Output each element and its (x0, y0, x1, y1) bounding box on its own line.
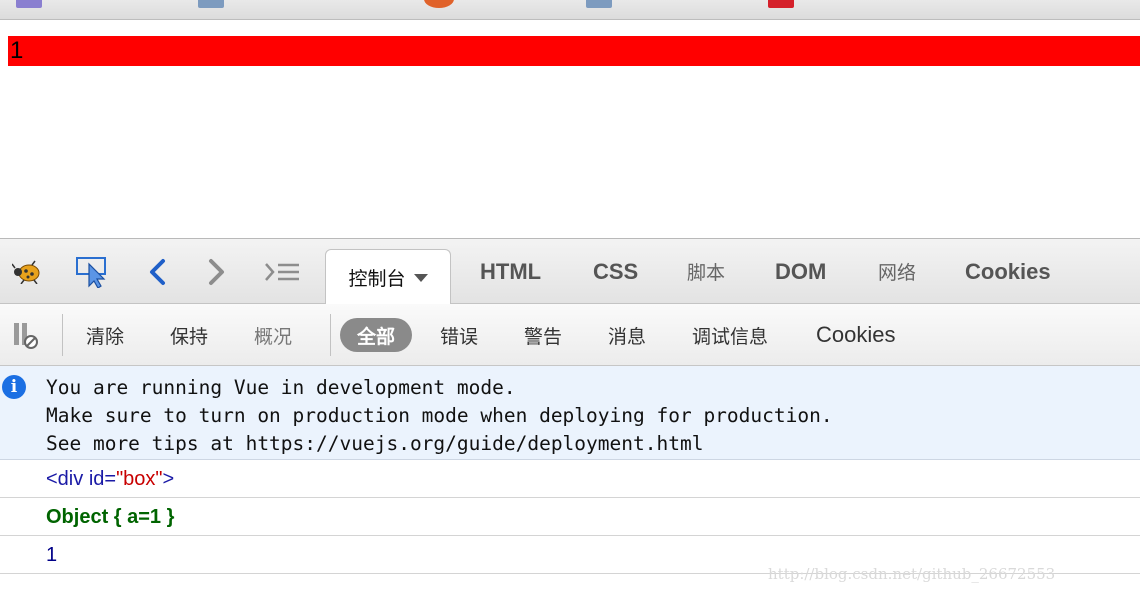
element-tag-close: > (162, 468, 175, 490)
console-log-element: <div id="box"> (0, 460, 1140, 498)
tab-net[interactable]: 网络 (878, 239, 916, 304)
command-line-icon[interactable] (262, 257, 302, 287)
info-line: See more tips at https://vuejs.org/guide… (46, 432, 704, 455)
log-object-text[interactable]: Object { a=1 } (46, 498, 174, 536)
info-icon: i (2, 375, 26, 399)
info-line: You are running Vue in development mode. (46, 376, 516, 399)
box-element: 1 (8, 36, 1140, 66)
filter-errors-button[interactable]: 错误 (440, 304, 478, 366)
divider (330, 314, 331, 356)
bookmark-icon (768, 0, 794, 8)
bookmark-item[interactable] (586, 0, 622, 8)
persist-button[interactable]: 保持 (170, 304, 208, 366)
chevron-down-icon[interactable] (413, 273, 428, 282)
bookmark-icon (16, 0, 42, 8)
watermark: http://blog.csdn.net/github_26672553 (768, 565, 1056, 583)
filter-info-button[interactable]: 消息 (608, 304, 646, 366)
bookmark-item[interactable] (198, 0, 234, 8)
firebug-bug-icon[interactable] (10, 257, 44, 287)
tab-console[interactable]: 控制台 (325, 249, 451, 305)
tab-dom[interactable]: DOM (775, 239, 826, 304)
info-message-text: You are running Vue in development mode.… (46, 374, 833, 458)
pause-icon[interactable] (10, 320, 42, 350)
folder-icon (198, 0, 224, 8)
log-number-text: 1 (46, 544, 58, 566)
forward-icon[interactable] (204, 257, 230, 287)
bookmarks-bar (0, 0, 1140, 20)
info-line: Make sure to turn on production mode whe… (46, 404, 833, 427)
devtools-toolbar: 控制台 HTML CSS 脚本 DOM 网络 Cookies (0, 238, 1140, 305)
tab-css[interactable]: CSS (593, 239, 638, 304)
console-filter-bar: 清除 保持 概况 全部 错误 警告 消息 调试信息 Cookies (0, 304, 1140, 366)
clear-button[interactable]: 清除 (86, 304, 124, 366)
divider (62, 314, 63, 356)
filter-cookies-button[interactable]: Cookies (816, 304, 895, 366)
filter-warnings-button[interactable]: 警告 (524, 304, 562, 366)
tab-console-label: 控制台 (348, 269, 406, 290)
console-info-message: i You are running Vue in development mod… (0, 366, 1140, 460)
element-tag-open: <div (46, 468, 84, 490)
bookmark-item[interactable] (424, 0, 464, 8)
firebug-panel: 控制台 HTML CSS 脚本 DOM 网络 Cookies 清除 保持 概况 … (0, 238, 1140, 594)
inspect-cursor-icon[interactable] (74, 257, 110, 288)
console-log-object: Object { a=1 } (0, 498, 1140, 536)
folder-icon (586, 0, 612, 8)
back-icon[interactable] (144, 257, 170, 287)
bookmark-icon (424, 0, 454, 8)
tab-script[interactable]: 脚本 (687, 239, 725, 304)
element-attr-value: "box" (116, 468, 163, 490)
filter-all-button[interactable]: 全部 (340, 318, 412, 352)
profile-button[interactable]: 概况 (254, 304, 292, 366)
tab-cookies[interactable]: Cookies (965, 239, 1051, 304)
element-attr-name: id= (88, 468, 117, 490)
bookmark-item[interactable] (16, 0, 52, 8)
filter-debug-button[interactable]: 调试信息 (692, 304, 768, 366)
log-element-text[interactable]: <div id="box"> (46, 460, 174, 498)
bookmark-item[interactable] (768, 0, 804, 8)
tab-html[interactable]: HTML (480, 239, 541, 304)
